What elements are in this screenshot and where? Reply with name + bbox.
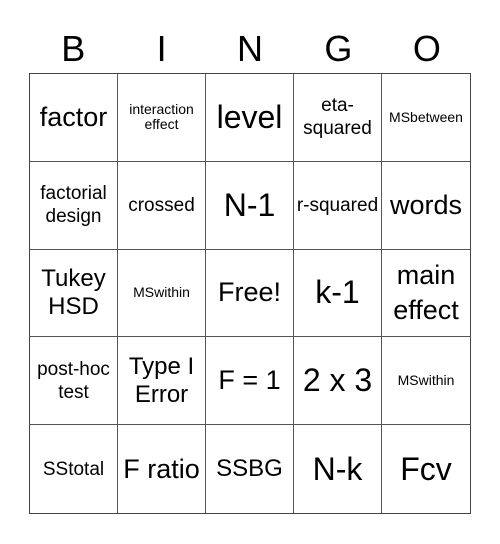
cell-label: Fcv: [400, 450, 452, 487]
cell-label: r-squared: [296, 194, 379, 216]
bingo-cell[interactable]: Fcv: [382, 425, 470, 513]
cell-label: MSbetween: [389, 108, 463, 125]
bingo-cell[interactable]: F = 1: [206, 337, 294, 426]
cell-label: main effect: [393, 259, 459, 325]
bingo-cell[interactable]: level: [206, 74, 294, 162]
cell-label: level: [216, 98, 283, 135]
cell-label: MSwithin: [133, 284, 190, 301]
bingo-cell[interactable]: eta-squared: [294, 74, 382, 162]
bingo-cell[interactable]: SStotal: [30, 425, 118, 513]
cell-label: words: [389, 189, 463, 220]
cell-label: MSwithin: [397, 372, 455, 389]
cell-label: SSBG: [216, 455, 283, 483]
cell-label: 2 x 3: [302, 362, 373, 399]
cell-label: interaction effect: [129, 101, 194, 133]
bingo-cell[interactable]: SSBG: [206, 425, 294, 513]
bingo-cell[interactable]: words: [382, 162, 470, 250]
bingo-cell[interactable]: r-squared: [294, 161, 382, 250]
header-letter-g: G: [324, 28, 353, 69]
cell-label: crossed: [128, 194, 195, 216]
bingo-cell[interactable]: 2 x 3: [294, 337, 382, 426]
cell-label: SStotal: [42, 458, 105, 480]
bingo-grid: factor interaction effect level eta-squared…: [29, 73, 471, 514]
cell-label: Tukey HSD: [41, 265, 106, 320]
bingo-cell[interactable]: factor: [30, 74, 118, 162]
bingo-cell[interactable]: interaction effect: [118, 74, 206, 162]
header-letter-i: I: [156, 28, 167, 69]
bingo-cell[interactable]: MSbetween: [382, 74, 470, 162]
bingo-cell[interactable]: N-k: [294, 425, 382, 513]
header-letter-n: N: [237, 28, 264, 69]
cell-label: N-k: [312, 450, 363, 487]
cell-label: Free!: [217, 277, 282, 308]
cell-label: eta-squared: [303, 95, 372, 140]
bingo-cell[interactable]: Type I Error: [118, 337, 206, 426]
cell-label: post-hoc test: [37, 358, 110, 403]
header-letter-b: B: [61, 28, 86, 69]
cell-label: Type I Error: [128, 353, 195, 408]
bingo-cell[interactable]: post-hoc test: [30, 337, 118, 426]
bingo-header: B I N G O: [29, 26, 471, 72]
cell-label: factor: [39, 101, 108, 132]
free-space-cell[interactable]: Free!: [206, 249, 294, 338]
bingo-cell[interactable]: k-1: [294, 249, 382, 338]
header-letter-o: O: [412, 28, 441, 69]
bingo-cell[interactable]: MSwithin: [382, 337, 470, 426]
bingo-cell[interactable]: crossed: [118, 161, 206, 250]
bingo-cell[interactable]: factorial design: [30, 161, 118, 250]
cell-label: k-1: [315, 274, 360, 311]
bingo-cell[interactable]: N-1: [206, 161, 294, 250]
cell-label: F = 1: [218, 365, 281, 396]
bingo-cell[interactable]: F ratio: [118, 425, 206, 513]
bingo-cell[interactable]: MSwithin: [118, 249, 206, 338]
cell-label: factorial design: [40, 183, 107, 228]
bingo-cell[interactable]: main effect: [382, 250, 470, 338]
cell-label: F ratio: [123, 453, 200, 484]
bingo-cell[interactable]: Tukey HSD: [30, 249, 118, 338]
cell-label: N-1: [223, 186, 276, 223]
